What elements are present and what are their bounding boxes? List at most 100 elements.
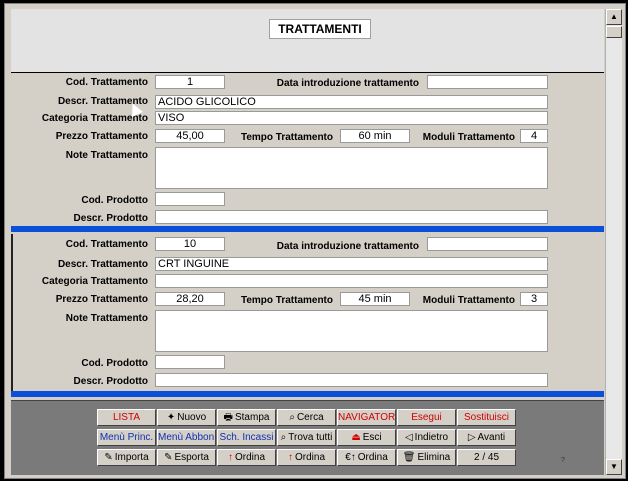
categoria-trattamento-label: Categoria Trattamento <box>41 113 148 124</box>
descr-trattamento-field[interactable]: ACIDO GLICOLICO <box>155 95 548 109</box>
esci-label: Esci <box>362 432 382 443</box>
tempo-trattamento-label: Tempo Trattamento <box>240 295 333 306</box>
import-icon: ✎ <box>104 452 113 463</box>
form-area: TRATTAMENTI Cod. Trattamento 1 Data intr… <box>4 3 626 479</box>
chevron-right-icon: ▷ <box>467 432 476 443</box>
elimina-label: Elimina <box>417 452 451 463</box>
note-trattamento-field[interactable] <box>155 147 548 189</box>
moduli-trattamento-field[interactable]: 3 <box>520 292 548 306</box>
esegui-label: Esegui <box>411 412 442 423</box>
stampa-label: Stampa <box>234 412 270 423</box>
search-icon: ⌕ <box>289 412 295 423</box>
note-trattamento-label: Note Trattamento <box>65 313 148 324</box>
trash-icon: 🗑 <box>402 452 416 463</box>
nuovo-button[interactable]: ✦ Nuovo <box>157 409 216 426</box>
cerca-button[interactable]: ⌕ Cerca <box>277 409 336 426</box>
tempo-trattamento-field[interactable]: 60 min <box>340 129 410 143</box>
data-introduzione-field[interactable] <box>427 75 548 89</box>
prezzo-trattamento-label: Prezzo Trattamento <box>55 131 148 142</box>
trova-tutti-button[interactable]: ⌕ Trova tutti <box>277 429 336 446</box>
esegui-button[interactable]: Esegui <box>397 409 456 426</box>
vertical-scrollbar[interactable]: ▲ ▼ <box>605 9 622 475</box>
cerca-label: Cerca <box>296 412 324 423</box>
descr-prodotto-label: Descr. Prodotto <box>73 376 148 387</box>
sostituisci-button[interactable]: Sostituisci <box>457 409 516 426</box>
cod-trattamento-field[interactable]: 1 <box>155 75 225 89</box>
lista-button[interactable]: LISTA <box>97 409 156 426</box>
stampa-button[interactable]: 🖶 Stampa <box>217 409 276 426</box>
data-introduzione-field[interactable] <box>427 237 548 251</box>
sch-incassi-label: Sch. Incassi <box>219 432 274 443</box>
cod-prodotto-label: Cod. Prodotto <box>81 358 148 369</box>
print-icon: 🖶 <box>223 412 233 423</box>
descr-trattamento-field[interactable]: CRT INGUINE <box>155 257 548 271</box>
prezzo-trattamento-field[interactable]: 45,00 <box>155 129 225 143</box>
descr-trattamento-label: Descr. Trattamento <box>57 259 148 270</box>
form-header: TRATTAMENTI <box>11 9 604 73</box>
ordina-euro-label: Ordina <box>357 452 388 463</box>
indietro-label: Indietro <box>414 432 449 443</box>
cod-trattamento-field[interactable]: 10 <box>155 237 225 251</box>
data-introduzione-label: Data introduzione trattamento <box>276 78 419 89</box>
record-separator <box>11 391 604 397</box>
ordina-euro-button[interactable]: €↑ Ordina <box>337 449 396 466</box>
cod-prodotto-field[interactable] <box>155 192 225 206</box>
export-icon: ✎ <box>164 452 173 463</box>
menu-princ-button[interactable]: Menù Princ. <box>97 429 156 446</box>
data-introduzione-label: Data introduzione trattamento <box>276 241 419 252</box>
categoria-trattamento-field[interactable]: VISO <box>155 111 548 125</box>
avanti-button[interactable]: ▷ Avanti <box>457 429 516 446</box>
moduli-trattamento-label: Moduli Trattamento <box>422 295 515 306</box>
find-all-icon: ⌕ <box>280 432 287 443</box>
descr-prodotto-label: Descr. Prodotto <box>73 213 148 224</box>
ordina-az-label: Ordina <box>234 452 265 463</box>
navigator-button[interactable]: NAVIGATOR <box>337 409 396 426</box>
tempo-trattamento-label: Tempo Trattamento <box>240 132 333 143</box>
descr-prodotto-field[interactable] <box>155 210 548 224</box>
lista-label: LISTA <box>112 412 141 423</box>
chevron-left-icon: ◁ <box>404 432 413 443</box>
sostituisci-label: Sostituisci <box>463 412 509 423</box>
record-counter: 2 / 45 <box>457 449 516 466</box>
nuovo-label: Nuovo <box>177 412 207 423</box>
ordina-az-button[interactable]: ↑ Ordina <box>217 449 276 466</box>
note-trattamento-label: Note Trattamento <box>65 150 148 161</box>
sort-euro-icon: €↑ <box>345 452 356 463</box>
categoria-trattamento-field[interactable] <box>155 274 548 288</box>
moduli-trattamento-field[interactable]: 4 <box>520 129 548 143</box>
exit-icon: ⏏ <box>351 432 361 443</box>
footer-mark: ? <box>561 457 565 464</box>
cod-prodotto-field[interactable] <box>155 355 225 369</box>
scroll-thumb[interactable] <box>606 26 622 38</box>
esci-button[interactable]: ⏏ Esci <box>337 429 396 446</box>
ordina-numeric-button[interactable]: ↑ Ordina <box>277 449 336 466</box>
menu-abbon-label: Menù Abbon. <box>158 432 216 443</box>
avanti-label: Avanti <box>477 432 506 443</box>
record-2: Cod. Trattamento 10 Data introduzione tr… <box>11 234 606 392</box>
new-icon: ✦ <box>166 412 176 423</box>
prezzo-trattamento-field[interactable]: 28,20 <box>155 292 225 306</box>
note-trattamento-field[interactable] <box>155 310 548 352</box>
tempo-trattamento-field[interactable]: 45 min <box>340 292 410 306</box>
sort-az-icon: ↑ <box>227 452 233 463</box>
importa-label: Importa <box>114 452 149 463</box>
menu-abbon-button[interactable]: Menù Abbon. <box>157 429 216 446</box>
scroll-down-icon[interactable]: ▼ <box>606 459 622 475</box>
indietro-button[interactable]: ◁ Indietro <box>397 429 456 446</box>
categoria-trattamento-label: Categoria Trattamento <box>41 276 148 287</box>
elimina-button[interactable]: 🗑 Elimina <box>397 449 456 466</box>
scroll-up-icon[interactable]: ▲ <box>606 9 622 25</box>
importa-button[interactable]: ✎ Importa <box>97 449 156 466</box>
moduli-trattamento-label: Moduli Trattamento <box>422 132 515 143</box>
menu-princ-label: Menù Princ. <box>99 432 154 443</box>
descr-prodotto-field[interactable] <box>155 373 548 387</box>
record-counter-label: 2 / 45 <box>473 452 500 463</box>
cod-trattamento-label: Cod. Trattamento <box>65 77 148 88</box>
sort-numeric-icon: ↑ <box>287 452 293 463</box>
esporta-button[interactable]: ✎ Esporta <box>157 449 216 466</box>
cod-trattamento-label: Cod. Trattamento <box>65 239 148 250</box>
navigator-label: NAVIGATOR <box>338 412 396 423</box>
prezzo-trattamento-label: Prezzo Trattamento <box>55 294 148 305</box>
sch-incassi-button[interactable]: Sch. Incassi <box>217 429 276 446</box>
trova-tutti-label: Trova tutti <box>288 432 333 443</box>
